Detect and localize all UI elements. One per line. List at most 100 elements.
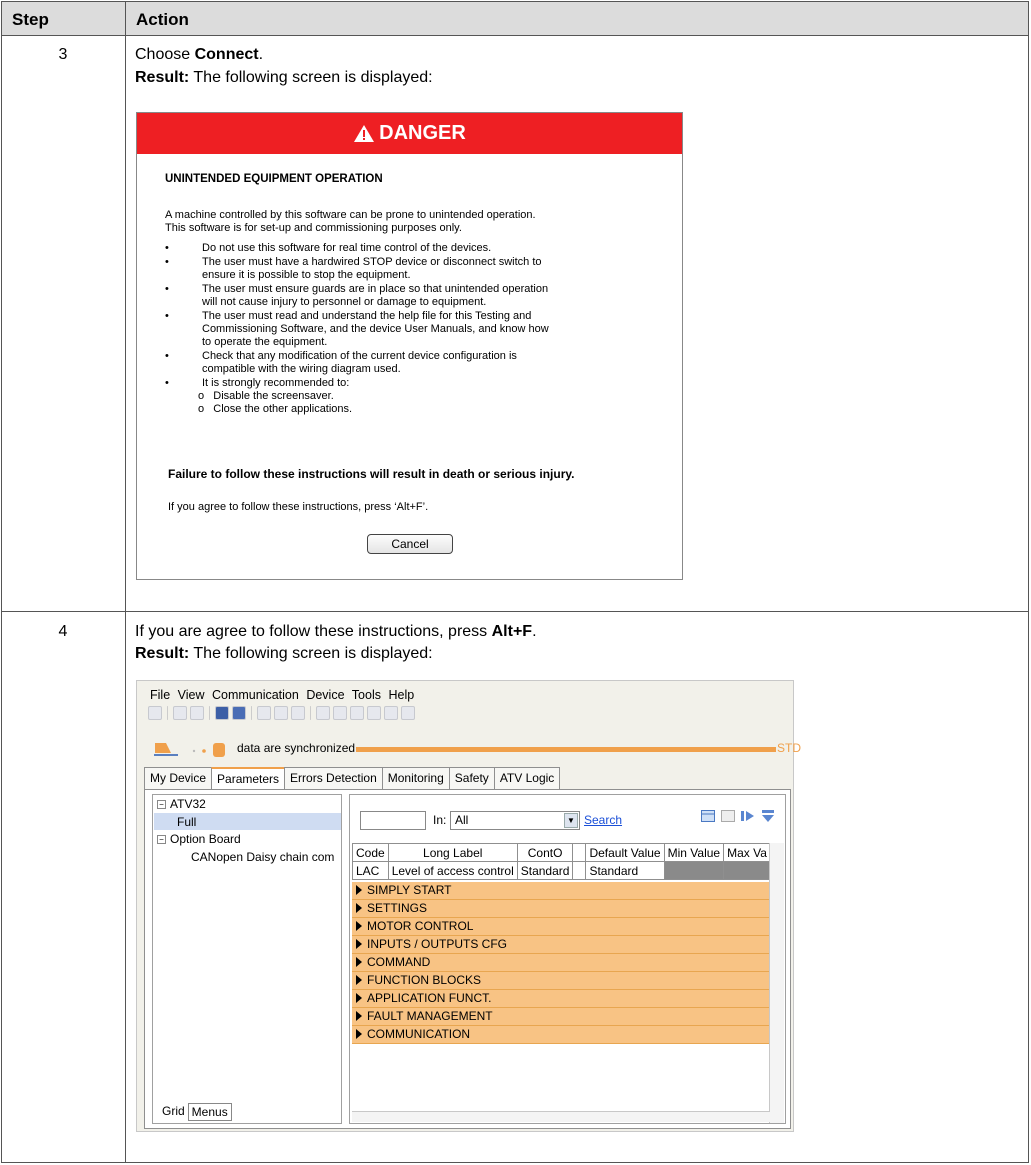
subtab-menus[interactable]: Menus <box>187 1103 232 1121</box>
tab-errors-detection[interactable]: Errors Detection <box>284 767 383 789</box>
upload-icon[interactable] <box>384 706 398 720</box>
expand-arrow-icon[interactable] <box>356 993 362 1003</box>
tab-atv-logic[interactable]: ATV Logic <box>493 767 561 789</box>
col-min-value[interactable]: Min Value <box>663 843 725 862</box>
tab-monitoring[interactable]: Monitoring <box>381 767 450 789</box>
step-number-4: 4 <box>58 623 68 640</box>
expand-arrow-icon[interactable] <box>356 921 362 931</box>
tree-node-atv32[interactable]: − ATV32 <box>157 797 206 811</box>
menu-file[interactable]: File <box>150 688 170 702</box>
col-blank[interactable] <box>572 843 587 862</box>
menu-row-command[interactable]: COMMAND <box>352 954 769 972</box>
menu-row-application-funct[interactable]: APPLICATION FUNCT. <box>352 990 769 1008</box>
in-label: In: <box>433 813 447 827</box>
step4-instruction: If you are agree to follow these instruc… <box>135 623 537 640</box>
collapse-icon[interactable]: − <box>157 835 166 844</box>
row-divider <box>2 611 1028 612</box>
menu-row-settings[interactable]: SETTINGS <box>352 900 769 918</box>
col-code[interactable]: Code <box>352 843 389 862</box>
connect-icon[interactable] <box>350 706 364 720</box>
expand-arrow-icon[interactable] <box>356 885 362 895</box>
menu-help[interactable]: Help <box>388 688 414 702</box>
collapse-icon[interactable]: − <box>157 800 166 809</box>
step4-result: Result: The following screen is displaye… <box>135 645 433 662</box>
sync-std-label: STD <box>777 741 801 755</box>
device-tree: − ATV32 Full − Option Board CANopen Daisy … <box>152 794 342 1124</box>
menu-row-function-blocks[interactable]: FUNCTION BLOCKS <box>352 972 769 990</box>
preview-icon[interactable] <box>274 706 288 720</box>
menu-row-motor-control[interactable]: MOTOR CONTROL <box>352 918 769 936</box>
save-as-icon[interactable] <box>232 706 246 720</box>
tool-icon[interactable] <box>333 706 347 720</box>
expand-arrow-icon[interactable] <box>356 1011 362 1021</box>
app-window-screenshot: File View Communication Device Tools Hel… <box>136 680 801 1132</box>
cell-blank <box>572 861 587 880</box>
main-tabs: My Device Parameters Errors Detection Mo… <box>144 767 561 789</box>
parameter-table: Code Long Label ContO Default Value Min … <box>352 843 771 880</box>
header-action: Action <box>136 10 189 29</box>
disconnect-icon[interactable] <box>367 706 381 720</box>
tree-node-canopen[interactable]: CANopen Daisy chain com <box>191 850 334 864</box>
subtab-grid[interactable]: Grid <box>159 1103 188 1121</box>
table-row[interactable]: LAC Level of access control Standard Sta… <box>352 861 771 880</box>
new-icon[interactable] <box>173 706 187 720</box>
save-icon[interactable] <box>215 706 229 720</box>
dropdown-arrow-icon[interactable]: ▼ <box>564 813 578 828</box>
sync-status-icon <box>154 743 225 757</box>
col-long-label[interactable]: Long Label <box>387 843 518 862</box>
open-icon[interactable] <box>190 706 204 720</box>
parameter-grid-panel: In: All ▼ Search Code Long Label ContO De <box>349 794 786 1124</box>
table-view-icon <box>701 810 715 822</box>
menu-view[interactable]: View <box>178 688 205 702</box>
expand-arrow-icon[interactable] <box>356 903 362 913</box>
horizontal-scrollbar[interactable] <box>352 1111 770 1122</box>
expand-arrow-icon[interactable] <box>356 957 362 967</box>
search-link[interactable]: Search <box>584 813 622 827</box>
table-header-row: Code Long Label ContO Default Value Min … <box>352 843 771 862</box>
tab-safety[interactable]: Safety <box>448 767 495 789</box>
table-header: Step Action <box>2 2 1028 36</box>
menu-row-fault-management[interactable]: FAULT MANAGEMENT <box>352 1008 769 1026</box>
danger-bullet-2-cont: ensure it is possible to stop the equipm… <box>202 269 411 281</box>
tree-node-full[interactable]: Full <box>177 815 196 829</box>
expand-arrow-icon[interactable] <box>356 1029 362 1039</box>
col-default-value[interactable]: Default Value <box>585 843 665 862</box>
col-conto[interactable]: ContO <box>516 843 574 862</box>
cell-code: LAC <box>352 861 389 880</box>
menu-device[interactable]: Device <box>306 688 344 702</box>
print-icon[interactable] <box>291 706 305 720</box>
menu-bar: File View Communication Device Tools Hel… <box>150 688 418 702</box>
menu-tools[interactable]: Tools <box>352 688 381 702</box>
page-icon[interactable] <box>257 706 271 720</box>
info-icon[interactable] <box>316 706 330 720</box>
col-max-value[interactable]: Max Va <box>723 843 771 862</box>
menu-row-inputs-outputs[interactable]: INPUTS / OUTPUTS CFG <box>352 936 769 954</box>
expand-right-icon <box>741 811 754 821</box>
expand-arrow-icon[interactable] <box>356 939 362 949</box>
danger-sub-bullet-1: o Disable the screensaver. <box>198 390 334 402</box>
cell-max <box>723 861 771 880</box>
tree-node-option-board[interactable]: − Option Board <box>157 832 241 846</box>
warning-triangle-icon <box>354 125 375 143</box>
menu-row-simply-start[interactable]: SIMPLY START <box>352 882 769 900</box>
danger-sub-bullet-2: o Close the other applications. <box>198 403 353 415</box>
toolbar <box>148 706 415 723</box>
menu-row-communication[interactable]: COMMUNICATION <box>352 1026 769 1044</box>
toolbar-separator <box>167 706 168 720</box>
home-icon[interactable] <box>148 706 162 720</box>
download-icon[interactable] <box>401 706 415 720</box>
vertical-scrollbar[interactable] <box>769 843 784 1123</box>
tab-my-device[interactable]: My Device <box>144 767 213 789</box>
cell-min <box>663 861 725 880</box>
menu-communication[interactable]: Communication <box>212 688 299 702</box>
cancel-button[interactable]: Cancel <box>367 534 453 554</box>
expand-arrow-icon[interactable] <box>356 975 362 985</box>
in-dropdown[interactable]: All ▼ <box>450 811 580 830</box>
danger-title: DANGER <box>379 122 466 144</box>
danger-banner: DANGER <box>137 113 682 154</box>
step3-instruction: Choose Connect. <box>135 46 264 63</box>
search-input[interactable] <box>360 811 426 830</box>
tab-parameters[interactable]: Parameters <box>211 767 286 789</box>
cell-conto[interactable]: Standard <box>516 861 574 880</box>
toolbar-separator <box>251 706 252 720</box>
